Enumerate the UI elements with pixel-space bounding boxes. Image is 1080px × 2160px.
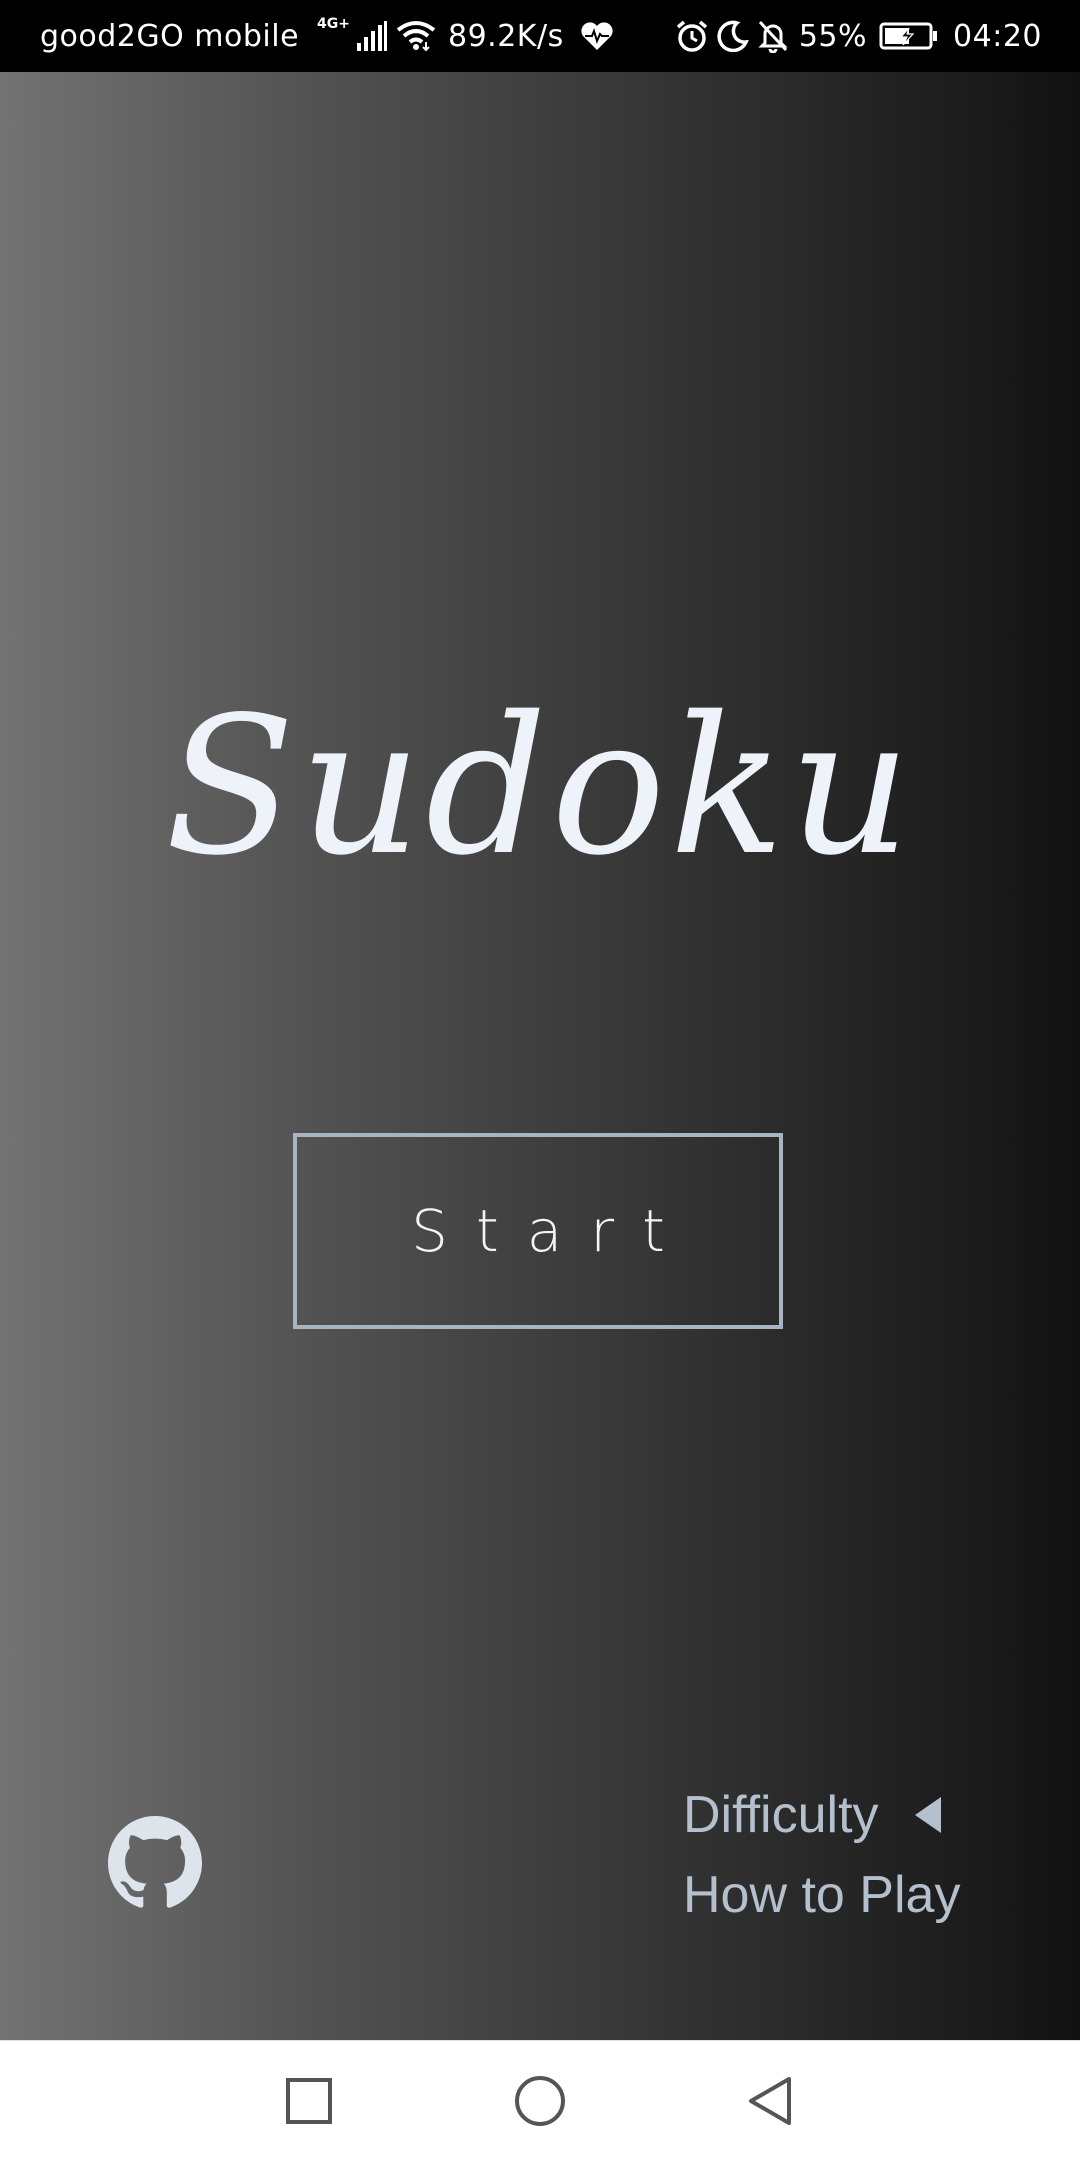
alarm-icon xyxy=(675,19,709,53)
difficulty-menu-item[interactable]: Difficulty xyxy=(683,1789,941,1841)
wifi-icon xyxy=(396,20,436,52)
network-speed: 89.2K/s xyxy=(448,18,564,54)
caret-left-icon xyxy=(914,1797,941,1833)
health-icon xyxy=(580,21,614,51)
status-bar-left: good2GO mobile 4G+ 89.2K/s xyxy=(40,0,618,72)
start-button-label: Start xyxy=(411,1197,693,1265)
recents-button[interactable] xyxy=(271,2063,347,2139)
navigation-bar xyxy=(0,2040,1080,2160)
home-button[interactable] xyxy=(502,2063,578,2139)
github-link[interactable] xyxy=(108,1816,202,1910)
recents-icon xyxy=(286,2078,332,2124)
network-type: 4G+ xyxy=(317,16,350,32)
back-icon xyxy=(749,2077,791,2125)
how-to-play-menu-item[interactable]: How to Play xyxy=(683,1869,960,1921)
status-bar: good2GO mobile 4G+ 89.2K/s 55% 04:20 xyxy=(0,0,1080,72)
bell-off-icon xyxy=(757,19,789,53)
app-title: Sudoku xyxy=(164,676,916,897)
status-bar-right: 55% 04:20 xyxy=(671,0,1042,72)
how-to-play-label: How to Play xyxy=(683,1866,961,1924)
github-icon xyxy=(108,1816,202,1908)
start-button[interactable]: Start xyxy=(293,1133,783,1329)
back-button[interactable] xyxy=(732,2063,808,2139)
moon-icon xyxy=(717,20,749,52)
carrier-name: good2GO mobile xyxy=(40,18,300,54)
battery-icon xyxy=(879,21,939,51)
battery-percent: 55% xyxy=(798,18,868,54)
app-home: Sudoku Start Difficulty How to Play xyxy=(0,72,1080,2040)
home-icon xyxy=(515,2076,565,2126)
screen: good2GO mobile 4G+ 89.2K/s 55% 04:20 Sud… xyxy=(0,0,1080,2160)
difficulty-label: Difficulty xyxy=(683,1786,879,1844)
signal-icon xyxy=(356,21,388,51)
clock-time: 04:20 xyxy=(953,18,1042,54)
